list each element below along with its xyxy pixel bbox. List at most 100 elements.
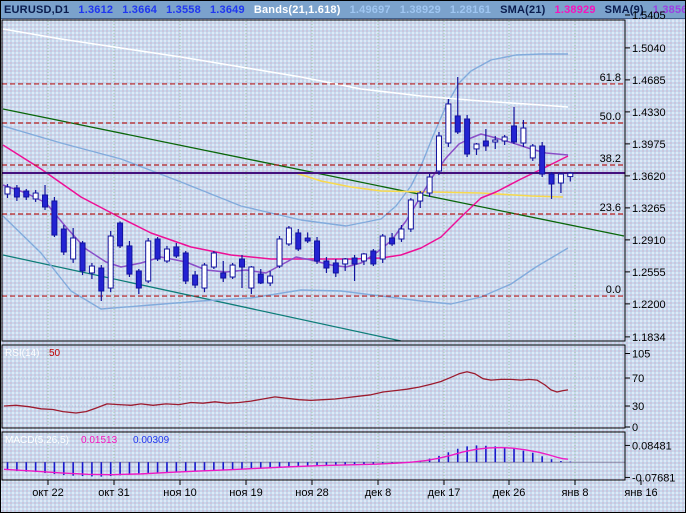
- candle: [136, 269, 141, 294]
- macd-main-value: 0.00309: [133, 435, 170, 446]
- candle-body-bear: [465, 119, 470, 154]
- candle-body-bear: [61, 229, 66, 252]
- rsi-panel-frame[interactable]: [2, 345, 625, 428]
- date-label: ноя 10: [163, 487, 196, 499]
- candle-body-bull: [502, 137, 507, 141]
- date-label: янв 16: [624, 487, 657, 499]
- chart-canvas[interactable]: 61.850.038.223.60.01.54051.50401.46851.4…: [1, 1, 686, 513]
- price-axis-label: 1.2910: [632, 235, 666, 247]
- candle: [249, 266, 254, 294]
- rsi-axis-label: 70: [632, 373, 644, 385]
- candle: [33, 190, 38, 202]
- candle: [436, 132, 441, 175]
- candle: [118, 221, 123, 248]
- sma9-line: [3, 134, 568, 273]
- price-axis-label: 1.5040: [632, 43, 666, 55]
- candle-body-bear: [333, 263, 338, 273]
- sma21-line: [3, 145, 568, 259]
- fib-level-label: 50.0: [600, 111, 621, 123]
- candle: [240, 255, 245, 288]
- date-label: дек 17: [428, 487, 461, 499]
- candle-body-bear: [136, 271, 141, 288]
- date-label: окт 22: [32, 487, 63, 499]
- candle-body-bear: [240, 259, 245, 267]
- price-axis-label: 1.1834: [632, 332, 666, 344]
- candle-body-bull: [89, 266, 94, 273]
- candle: [155, 237, 160, 261]
- candle-body-bear: [174, 247, 179, 256]
- candle-body-bull: [493, 140, 498, 142]
- candle-body-bull: [286, 228, 291, 244]
- fib-level-label: 23.6: [600, 202, 621, 214]
- candle-body-bull: [5, 187, 10, 194]
- date-label: окт 31: [98, 487, 129, 499]
- candle: [315, 237, 320, 264]
- date-axis: окт 22окт 31ноя 10ноя 19ноя 28дек 8дек 1…: [32, 480, 657, 499]
- price-axis-label: 1.3975: [632, 139, 666, 151]
- candle-body-bear: [118, 223, 123, 246]
- candle-body-bear: [296, 233, 301, 249]
- candle: [24, 189, 29, 200]
- main-panel-frame[interactable]: [2, 20, 625, 341]
- candle-body-bull: [408, 200, 413, 229]
- candle: [333, 259, 338, 277]
- candle-body-bull: [474, 144, 479, 149]
- price-axis-label: 1.4330: [632, 107, 666, 119]
- candle: [296, 229, 301, 251]
- price-axis: 1.54051.50401.46851.43301.39751.36201.32…: [625, 10, 666, 344]
- candle: [512, 107, 517, 144]
- rsi-axis-label: 30: [632, 401, 644, 413]
- candle-body-bull: [558, 174, 563, 183]
- candle-body-bear: [24, 191, 29, 197]
- macd-panel: 0.08481-0.07681MACD(5,26,5)0.015130.0030…: [2, 435, 675, 484]
- candle-body-bear: [183, 253, 188, 281]
- candle: [446, 99, 451, 147]
- candle-body-bull: [202, 265, 207, 288]
- candle-body-bull: [521, 128, 526, 143]
- date-label: ноя 28: [295, 487, 328, 499]
- candle: [14, 185, 19, 201]
- macd-indicator-label: MACD(5,26,5): [5, 435, 69, 446]
- candle-body-bear: [99, 268, 104, 291]
- candle: [202, 263, 207, 292]
- sma100-line: [3, 29, 568, 107]
- candle-body-bear: [127, 246, 132, 274]
- macd-signal-line: [4, 448, 568, 475]
- candle-body-bear: [324, 261, 329, 268]
- candle-body-bear: [352, 258, 357, 264]
- candle-body-bear: [52, 201, 57, 235]
- price-axis-label: 1.3265: [632, 203, 666, 215]
- price-axis-label: 1.2200: [632, 299, 666, 311]
- candle-body-bear: [193, 275, 198, 285]
- price-axis-label: 1.5405: [632, 10, 666, 22]
- candle: [352, 255, 357, 281]
- rsi-axis-label: 0: [632, 422, 638, 434]
- candle: [390, 233, 395, 246]
- candle: [540, 142, 545, 177]
- candle-body-bull: [146, 241, 151, 281]
- candle: [230, 263, 235, 279]
- price-axis-label: 1.4685: [632, 75, 666, 87]
- candle: [146, 238, 151, 283]
- candle: [211, 251, 216, 269]
- rsi-indicator-label: RSI(14): [5, 348, 39, 359]
- candle-body-bear: [549, 174, 554, 184]
- candle: [371, 249, 376, 266]
- candle: [343, 258, 348, 271]
- candle-body-bull: [399, 229, 404, 239]
- candle-body-bull: [418, 193, 423, 201]
- candle: [568, 172, 573, 182]
- candle-body-bear: [371, 251, 376, 264]
- candle: [408, 198, 413, 232]
- candle: [193, 271, 198, 288]
- candle: [52, 197, 57, 237]
- macd-axis-label: 0.08481: [632, 440, 672, 452]
- candle-body-bull: [230, 265, 235, 277]
- price-axis-label: 1.2555: [632, 267, 666, 279]
- candle-body-bull: [33, 193, 38, 199]
- candle: [108, 231, 113, 292]
- rsi-panel: 10570300RSI(14)50: [4, 348, 650, 434]
- candle-body-bear: [258, 274, 263, 283]
- macd-axis-label: -0.07681: [632, 472, 675, 484]
- candle: [530, 144, 535, 161]
